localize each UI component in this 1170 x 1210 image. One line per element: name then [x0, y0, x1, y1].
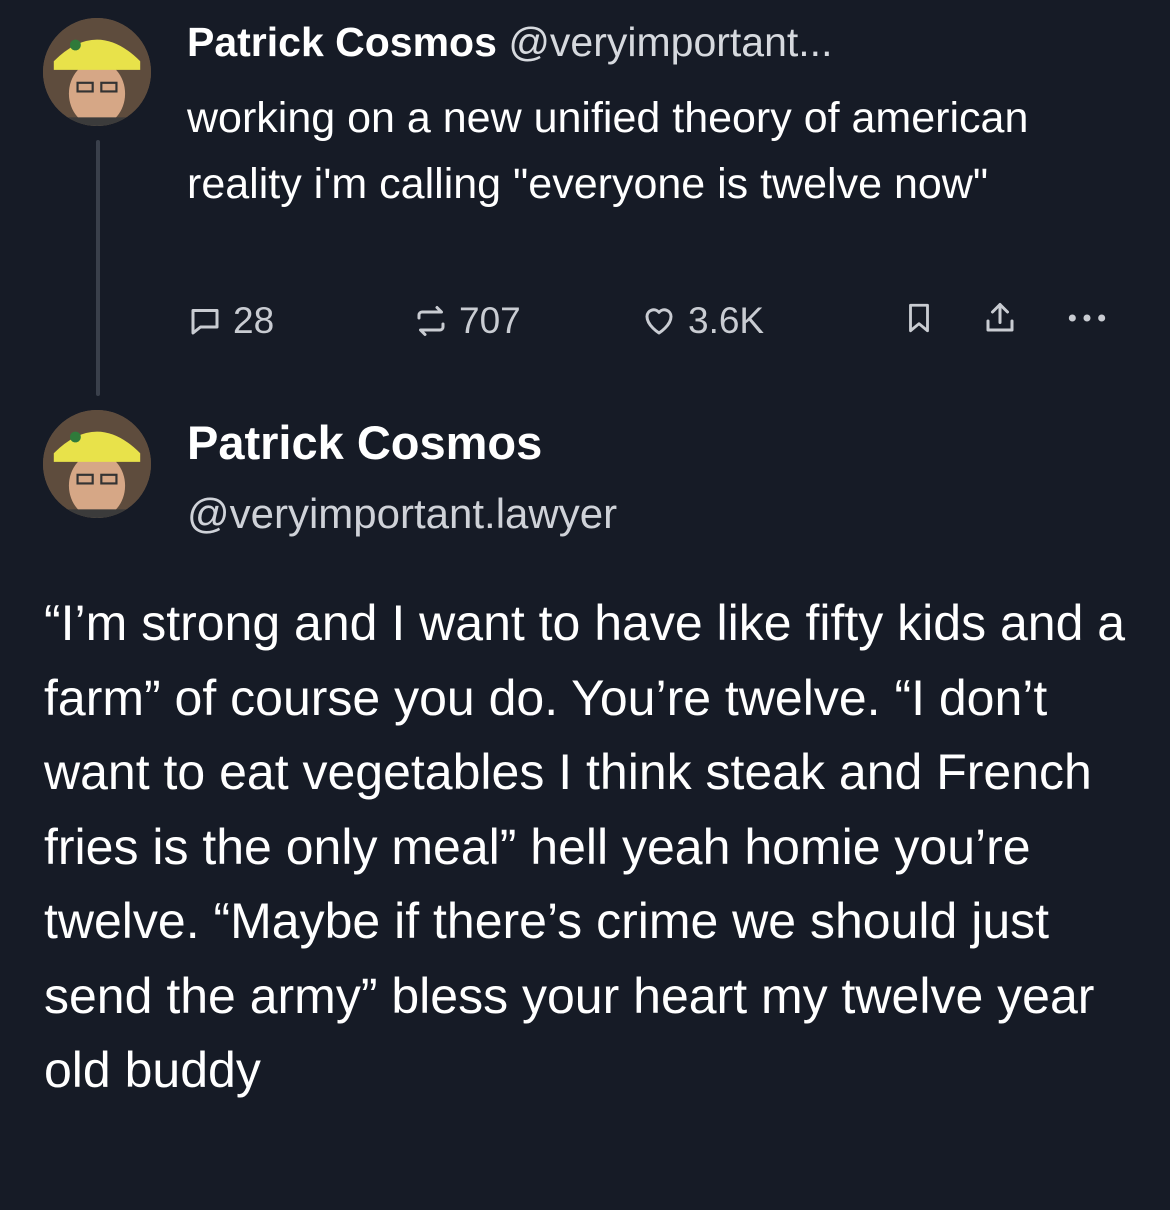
tweet-actions: 28 707 3.6K — [187, 300, 1117, 350]
share-button[interactable] — [982, 300, 1018, 336]
reply-icon — [191, 309, 219, 335]
thread-line — [96, 140, 100, 396]
avatar-image — [43, 18, 151, 126]
more-button[interactable] — [1065, 300, 1109, 336]
reply-count: 28 — [233, 300, 275, 341]
thread-view: Patrick Cosmos @veryimportant... working… — [0, 0, 1170, 1210]
author-name[interactable]: Patrick Cosmos — [187, 415, 542, 471]
tweet-header: Patrick Cosmos @veryimportant... — [187, 18, 832, 66]
more-icon — [1068, 314, 1106, 322]
avatar[interactable] — [43, 18, 151, 126]
like-icon — [645, 308, 673, 335]
bookmark-button[interactable] — [902, 300, 936, 336]
repost-button[interactable]: 707 — [413, 300, 521, 342]
author-handle[interactable]: @veryimportant... — [508, 19, 832, 65]
reply-button[interactable]: 28 — [187, 300, 274, 342]
author-name[interactable]: Patrick Cosmos — [187, 19, 497, 65]
like-count: 3.6K — [688, 300, 765, 341]
like-button[interactable]: 3.6K — [640, 300, 764, 342]
tweet-text: working on a new unified theory of ameri… — [187, 94, 1029, 208]
share-icon — [986, 303, 1014, 332]
tweet-text: “I’m strong and I want to have like fift… — [44, 595, 1126, 1098]
repost-count: 707 — [459, 300, 521, 341]
repost-icon — [417, 306, 445, 336]
avatar[interactable] — [43, 410, 151, 518]
bookmark-icon — [909, 303, 929, 333]
avatar-image — [43, 410, 151, 518]
author-handle[interactable]: @veryimportant.lawyer — [187, 488, 617, 540]
